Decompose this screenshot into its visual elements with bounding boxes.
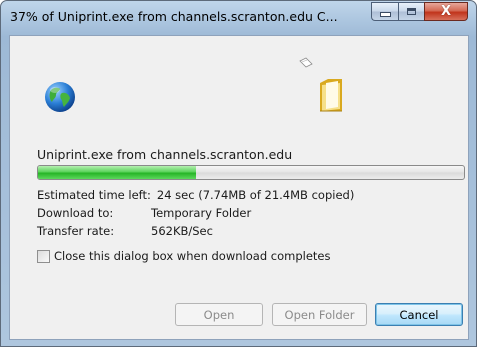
progress-fill	[38, 166, 196, 179]
estimated-time-value: 24 sec (7.74MB of 21.4MB copied)	[156, 188, 355, 202]
transfer-rate-row: Transfer rate: 562KB/Sec	[37, 224, 213, 238]
download-to-label: Download to:	[37, 206, 114, 220]
dialog-client-area: Uniprint.exe from channels.scranton.edu …	[9, 35, 469, 340]
download-filename: Uniprint.exe from channels.scranton.edu	[37, 147, 293, 162]
transfer-rate-label: Transfer rate:	[37, 224, 115, 238]
download-progress-bar	[37, 165, 465, 180]
transfer-rate-value: 562KB/Sec	[151, 224, 213, 238]
folder-transfer-icon	[299, 57, 342, 112]
download-to-row: Download to: Temporary Folder	[37, 206, 251, 220]
title-bar[interactable]: 37% of Uniprint.exe from channels.scrant…	[1, 1, 476, 35]
close-icon: X	[440, 4, 452, 19]
maximize-icon	[407, 8, 416, 15]
estimated-time-label: Estimated time left:	[37, 188, 151, 202]
minimize-icon	[379, 12, 391, 17]
maximize-button[interactable]	[398, 2, 424, 21]
estimated-time-row: Estimated time left: 24 sec (7.74MB of 21…	[37, 188, 354, 202]
close-when-done-checkbox[interactable]	[37, 249, 50, 263]
window-title: 37% of Uniprint.exe from channels.scrant…	[10, 9, 338, 24]
close-when-done-option[interactable]: Close this dialog box when download comp…	[37, 249, 330, 263]
close-button[interactable]: X	[424, 2, 468, 21]
globe-icon	[45, 82, 75, 112]
cancel-button[interactable]: Cancel	[375, 303, 463, 326]
close-when-done-label: Close this dialog box when download comp…	[54, 249, 331, 263]
open-button[interactable]: Open	[175, 303, 263, 326]
minimize-button[interactable]	[371, 2, 398, 21]
download-to-value: Temporary Folder	[151, 206, 252, 220]
open-folder-button[interactable]: Open Folder	[272, 303, 367, 326]
caption-buttons: X	[371, 2, 468, 21]
download-dialog-window: 37% of Uniprint.exe from channels.scrant…	[0, 0, 477, 347]
